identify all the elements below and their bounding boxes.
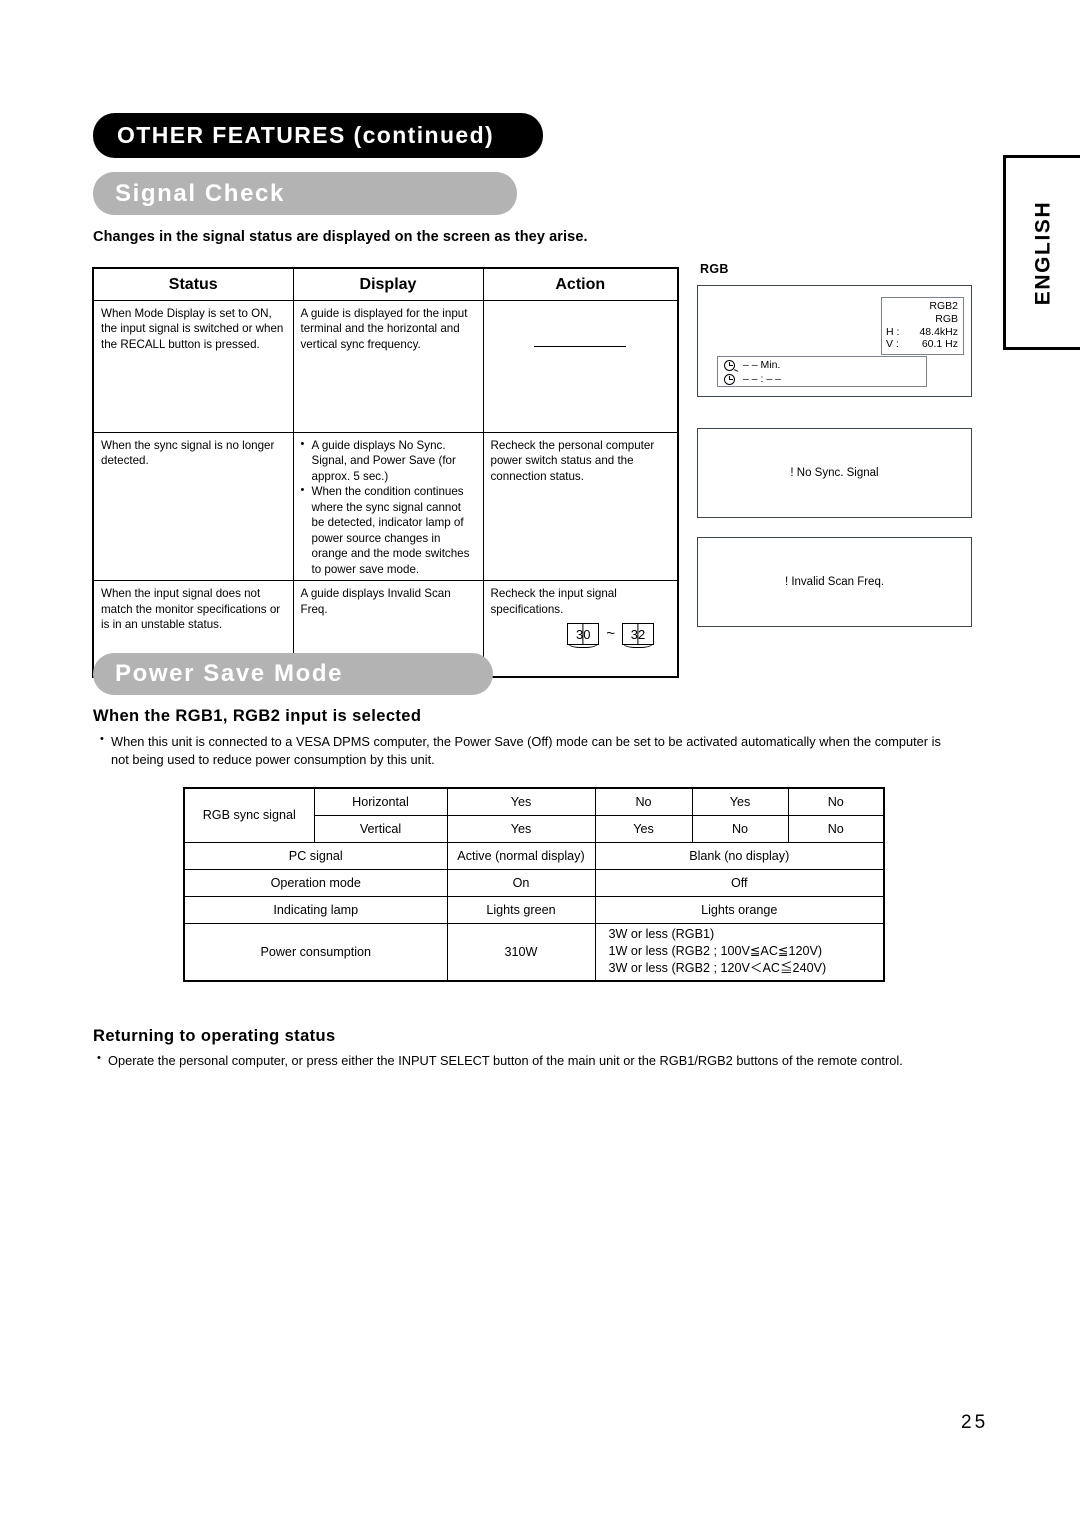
section-title: OTHER FEATURES (continued) — [117, 122, 495, 148]
language-tab-label: ENGLISH — [1031, 200, 1055, 305]
power-line-3: 3W or less (RGB2 ; 120V＜AC≦240V) — [608, 961, 827, 976]
cell-power-consumption-on: 310W — [446, 922, 596, 982]
display-bullet-list: A guide displays No Sync. Signal, and Po… — [301, 437, 476, 578]
cell-action: Recheck the personal computer power swit… — [482, 431, 679, 582]
cell-status: When Mode Display is set to ON, the inpu… — [92, 299, 294, 433]
osd-signal-info: RGB2 RGB H : 48.4kHz V : 60.1 Hz — [881, 297, 964, 356]
column-header-action: Action — [482, 267, 679, 301]
cell-operation-mode-on: On — [446, 868, 596, 897]
subsection-title-banner: Signal Check — [93, 172, 517, 215]
cell-display: A guide displays No Sync. Signal, and Po… — [292, 431, 484, 582]
action-text: Recheck the input signal specifications. — [490, 587, 617, 616]
osd-v-label: V : — [886, 338, 899, 351]
cell-vertical-v4: No — [787, 814, 885, 843]
intro-text: Changes in the signal status are display… — [93, 229, 588, 245]
column-header-status: Status — [92, 267, 294, 301]
page-reference: 30 ~ 32 — [491, 623, 671, 649]
osd-message: ! No Sync. Signal — [790, 467, 879, 479]
osd-v-value: 60.1 Hz — [921, 338, 958, 351]
osd-h-freq-row: H : 48.4kHz — [886, 326, 958, 339]
list-item: When the condition continues where the s… — [301, 483, 476, 577]
power-save-title: Power Save Mode — [115, 660, 344, 687]
cell-power-consumption-off: 3W or less (RGB1) 1W or less (RGB2 ; 100… — [594, 922, 885, 982]
osd-message: ! Invalid Scan Freq. — [784, 576, 885, 588]
cell-rgb-sync-label: RGB sync signal — [183, 787, 315, 843]
osd-h-label: H : — [886, 325, 900, 338]
power-save-heading: When the RGB1, RGB2 input is selected — [93, 707, 422, 725]
signal-check-table: Status Display Action When Mode Display … — [92, 267, 679, 678]
osd-timer-row: – – Min. — [724, 359, 926, 373]
column-header-display: Display — [292, 267, 484, 301]
cell-action — [482, 299, 679, 433]
osd-timer-value: – – Min. — [743, 359, 781, 371]
table-row: Operation mode On Off — [183, 868, 885, 897]
cell-horizontal-v3: Yes — [691, 787, 789, 816]
cell-vertical-v1: Yes — [446, 814, 596, 843]
cell-horizontal-v2: No — [594, 787, 693, 816]
cell-pc-signal-label: PC signal — [183, 841, 448, 870]
cell-indicating-lamp-on: Lights green — [446, 895, 596, 924]
rgb-screens-label: RGB — [700, 262, 729, 276]
book-spine — [582, 624, 584, 645]
section-title-banner: OTHER FEATURES (continued) — [93, 113, 543, 158]
book-icon: 32 — [622, 623, 654, 649]
returning-heading: Returning to operating status — [93, 1027, 336, 1045]
table-row: When Mode Display is set to ON, the inpu… — [92, 299, 679, 433]
cell-horizontal-v4: No — [787, 787, 885, 816]
osd-clock-value: – – : – – — [743, 372, 781, 385]
power-line-1: 3W or less (RGB1) — [608, 926, 715, 941]
cell-status: When the sync signal is no longer detect… — [92, 431, 294, 582]
list-item: A guide displays No Sync. Signal, and Po… — [301, 437, 476, 485]
clock-icon — [724, 374, 735, 386]
note-bullet: Operate the personal computer, or press … — [97, 1051, 977, 1070]
table-header-row: Status Display Action — [92, 267, 679, 301]
cell-operation-mode-label: Operation mode — [183, 868, 448, 897]
cell-indicating-lamp-off: Lights orange — [594, 895, 885, 924]
cell-horizontal-label: Horizontal — [313, 787, 448, 816]
page-number: 25 — [961, 1412, 989, 1433]
language-tab-english: ENGLISH — [1003, 155, 1080, 350]
osd-screen-no-sync: ! No Sync. Signal — [697, 428, 972, 518]
osd-clock-row: – – : – – — [724, 373, 926, 387]
table-row: Power consumption 310W 3W or less (RGB1)… — [183, 922, 885, 982]
cell-pc-signal-blank: Blank (no display) — [594, 841, 885, 870]
blank-rule — [534, 345, 627, 347]
book-icon: 30 — [567, 623, 600, 649]
timer-icon — [724, 360, 739, 373]
cell-vertical-v2: Yes — [594, 814, 693, 843]
page-ref-tilde: ~ — [606, 625, 615, 643]
osd-mode-name: RGB — [935, 312, 958, 325]
cell-operation-mode-off: Off — [594, 868, 885, 897]
osd-input-name: RGB2 — [929, 300, 958, 312]
table-row: RGB sync signal Horizontal Yes No Yes No — [183, 787, 885, 843]
book-spine — [637, 624, 639, 645]
table-row: Indicating lamp Lights green Lights oran… — [183, 895, 885, 924]
returning-note: Operate the personal computer, or press … — [97, 1051, 977, 1070]
power-line-2: 1W or less (RGB2 ; 100V≦AC≦120V) — [608, 943, 823, 958]
subsection-title: Signal Check — [115, 179, 285, 207]
osd-timer-box: – – Min. – – : – – — [717, 356, 927, 387]
cell-vertical-label: Vertical — [313, 814, 448, 843]
power-save-banner: Power Save Mode — [93, 653, 493, 695]
power-save-note: When this unit is connected to a VESA DP… — [100, 732, 960, 769]
table-row: PC signal Active (normal display) Blank … — [183, 841, 885, 870]
cell-display: A guide is displayed for the input termi… — [292, 299, 484, 433]
cell-horizontal-v1: Yes — [446, 787, 596, 816]
cell-vertical-v3: No — [691, 814, 789, 843]
note-bullet: When this unit is connected to a VESA DP… — [100, 732, 960, 769]
osd-screen-invalid-scan: ! Invalid Scan Freq. — [697, 537, 972, 627]
cell-pc-signal-active: Active (normal display) — [446, 841, 596, 870]
osd-h-value: 48.4kHz — [919, 325, 958, 338]
power-save-table: RGB sync signal Horizontal Yes No Yes No… — [183, 787, 885, 982]
osd-screen-normal: RGB2 RGB H : 48.4kHz V : 60.1 Hz – – Min… — [697, 285, 972, 397]
cell-action: Recheck the input signal specifications.… — [482, 580, 679, 678]
table-row: When the sync signal is no longer detect… — [92, 431, 679, 582]
cell-power-consumption-label: Power consumption — [183, 922, 448, 982]
osd-v-freq-row: V : 60.1 Hz — [886, 338, 958, 351]
cell-indicating-lamp-label: Indicating lamp — [183, 895, 448, 924]
